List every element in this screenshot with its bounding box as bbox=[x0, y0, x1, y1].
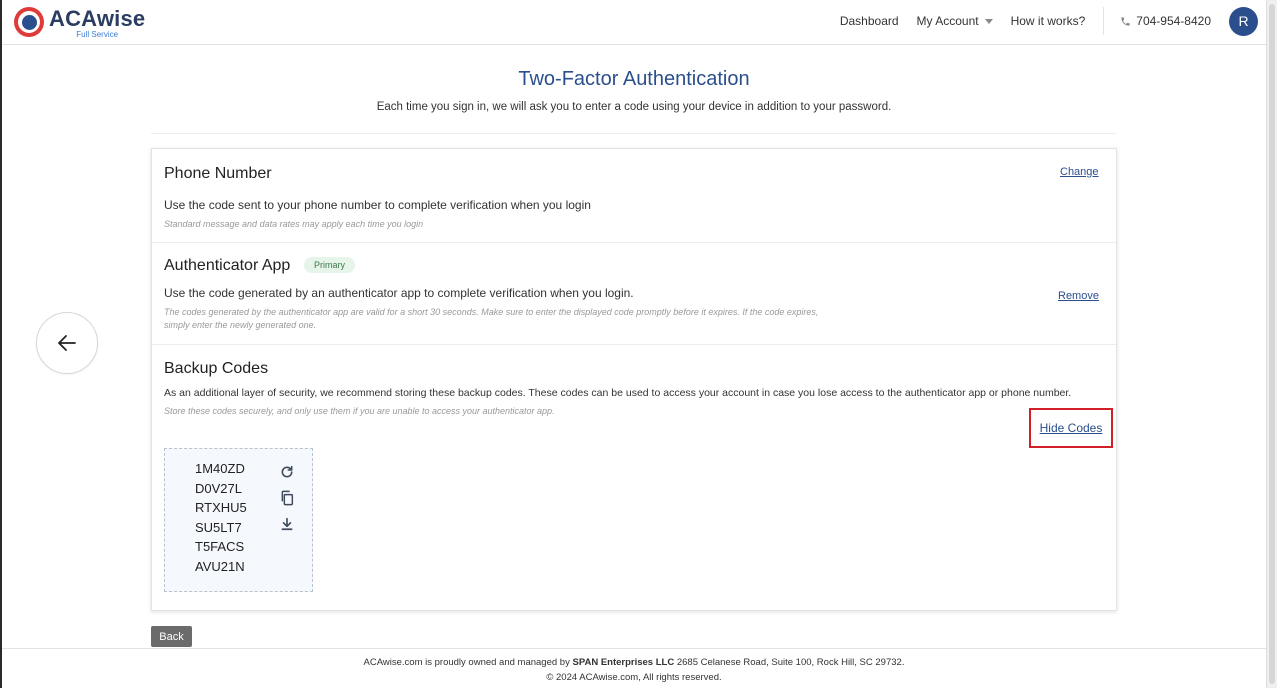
title-divider bbox=[151, 133, 1116, 134]
two-factor-card: Phone Number Use the code sent to your p… bbox=[151, 148, 1117, 611]
top-header: ACAwise Full Service Dashboard My Accoun… bbox=[2, 0, 1266, 45]
logo-name: ACAwise bbox=[49, 6, 146, 31]
phone-section-title: Phone Number bbox=[164, 165, 272, 182]
footer-copyright: © 2024 ACAwise.com, All rights reserved. bbox=[546, 672, 722, 683]
footer-ownership-prefix: ACAwise.com is proudly owned and managed… bbox=[363, 657, 573, 668]
backup-codes-box: 1M40ZD D0V27L RTXHU5 SU5LT7 T5FACS AVU21… bbox=[164, 448, 313, 592]
nav-my-account[interactable]: My Account bbox=[917, 14, 993, 28]
nav-how-it-works[interactable]: How it works? bbox=[1011, 14, 1086, 28]
remove-authenticator-link[interactable]: Remove bbox=[1058, 290, 1099, 302]
phone-section-description: Use the code sent to your phone number t… bbox=[164, 198, 591, 212]
backup-section-title: Backup Codes bbox=[164, 360, 269, 377]
nav-dashboard[interactable]: Dashboard bbox=[840, 14, 899, 28]
backup-code: AVU21N bbox=[195, 558, 245, 574]
phone-number-section: Phone Number Use the code sent to your p… bbox=[152, 149, 1116, 243]
vertical-scrollbar[interactable] bbox=[1266, 0, 1277, 688]
change-phone-link[interactable]: Change bbox=[1060, 166, 1099, 178]
footer-address: 2685 Celanese Road, Suite 100, Rock Hill… bbox=[674, 657, 905, 668]
primary-badge: Primary bbox=[304, 257, 355, 273]
nav-divider bbox=[1103, 7, 1105, 35]
logo-mark-icon bbox=[14, 7, 44, 37]
backup-code: 1M40ZD bbox=[195, 461, 245, 476]
hide-codes-link[interactable]: Hide Codes bbox=[1040, 421, 1103, 435]
arrow-left-icon bbox=[58, 335, 76, 351]
acawise-logo[interactable]: ACAwise Full Service bbox=[14, 7, 145, 39]
hide-codes-highlight: Hide Codes bbox=[1029, 408, 1113, 448]
back-button[interactable]: Back bbox=[151, 626, 192, 647]
download-icon bbox=[281, 517, 293, 531]
logo-tagline: Full Service bbox=[76, 30, 119, 39]
backup-codes-section: Backup Codes As an additional layer of s… bbox=[152, 345, 1116, 612]
backup-codes-list: 1M40ZD D0V27L RTXHU5 SU5LT7 T5FACS AVU21… bbox=[195, 459, 247, 577]
backup-code: T5FACS bbox=[195, 539, 245, 555]
chevron-down-icon bbox=[984, 18, 993, 24]
backup-section-description: As an additional layer of security, we r… bbox=[164, 387, 1072, 399]
regenerate-codes-button[interactable] bbox=[278, 463, 296, 481]
page-title: Two-Factor Authentication bbox=[518, 68, 750, 90]
support-phone[interactable]: 704-954-8420 bbox=[1120, 14, 1211, 28]
copy-icon bbox=[281, 490, 294, 506]
phone-icon bbox=[1121, 16, 1130, 26]
main-nav: Dashboard My Account How it works? 704-9… bbox=[840, 0, 1266, 42]
support-phone-number: 704-954-8420 bbox=[1136, 14, 1211, 28]
refresh-icon bbox=[281, 465, 293, 478]
auth-app-section-title: Authenticator App bbox=[164, 257, 291, 274]
auth-app-section-note-2: simply enter the newly generated one. bbox=[164, 320, 317, 330]
footer-ownership: ACAwise.com is proudly owned and managed… bbox=[2, 655, 1266, 670]
auth-app-section-description: Use the code generated by an authenticat… bbox=[164, 286, 634, 300]
back-arrow-button[interactable] bbox=[36, 312, 98, 374]
nav-my-account-label: My Account bbox=[916, 14, 979, 28]
backup-code-actions bbox=[278, 463, 296, 541]
page-subtitle: Each time you sign in, we will ask you t… bbox=[376, 101, 892, 113]
phone-section-note: Standard message and data rates may appl… bbox=[164, 219, 424, 229]
scrollbar-thumb[interactable] bbox=[1269, 4, 1275, 684]
page-footer: ACAwise.com is proudly owned and managed… bbox=[2, 648, 1266, 688]
backup-code: D0V27L bbox=[195, 480, 242, 496]
copy-codes-button[interactable] bbox=[278, 489, 296, 507]
footer-company: SPAN Enterprises LLC bbox=[572, 657, 675, 668]
download-codes-button[interactable] bbox=[278, 515, 296, 533]
backup-section-note: Store these codes securely, and only use… bbox=[164, 406, 555, 416]
auth-app-section-note-1: The codes generated by the authenticator… bbox=[164, 307, 819, 317]
backup-code: RTXHU5 bbox=[195, 500, 247, 516]
user-avatar[interactable]: R bbox=[1229, 6, 1258, 36]
authenticator-app-section: Authenticator App Primary Use the code g… bbox=[152, 243, 1116, 345]
backup-code: SU5LT7 bbox=[195, 519, 242, 535]
